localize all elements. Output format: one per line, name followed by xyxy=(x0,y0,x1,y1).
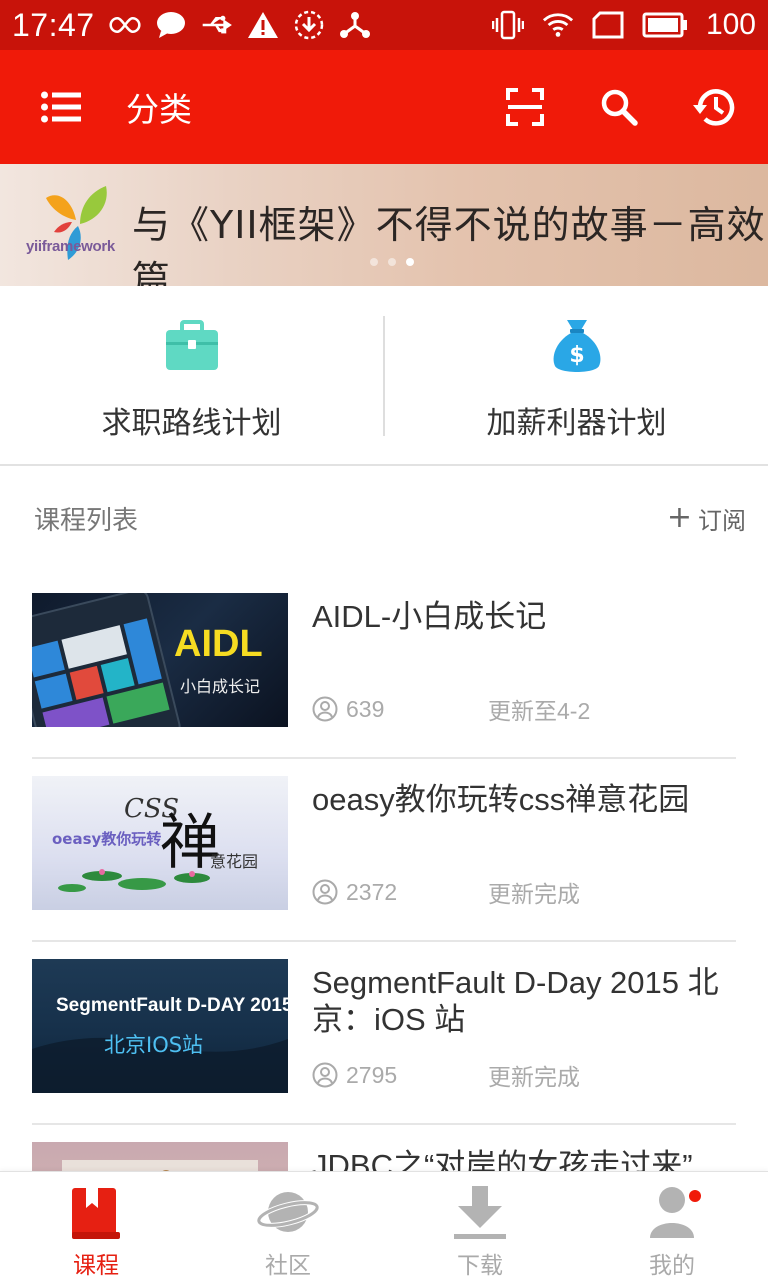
sim-icon xyxy=(592,9,624,41)
menu-button[interactable] xyxy=(26,72,96,142)
subscribe-button[interactable]: + 订阅 xyxy=(667,501,746,536)
job-plan-card[interactable]: 求职路线计划 xyxy=(0,286,383,464)
nav-label: 社区 xyxy=(265,1253,311,1279)
update-status: 更新完成 xyxy=(488,881,580,907)
nav-label: 课程 xyxy=(73,1253,119,1279)
nav-tab-profile[interactable]: 我的 xyxy=(576,1172,768,1280)
thumb-title: AIDL xyxy=(174,623,263,665)
course-meta: 2795 更新完成 xyxy=(312,1058,580,1092)
infinity-icon xyxy=(109,9,141,41)
system-icons: 100 xyxy=(491,8,756,42)
briefcase-icon xyxy=(165,320,218,370)
nav-label: 下载 xyxy=(457,1253,503,1279)
course-meta: 2372 更新完成 xyxy=(312,875,580,909)
thumb-subtitle: 小白成长记 xyxy=(180,677,261,696)
share-icon xyxy=(339,9,371,41)
nav-tab-downloads[interactable]: 下载 xyxy=(384,1172,576,1280)
status-bar: 17:47 100 xyxy=(0,0,768,50)
nav-tab-courses[interactable]: 课程 xyxy=(0,1172,192,1280)
user-icon xyxy=(312,879,338,905)
scan-icon xyxy=(506,88,544,126)
plan-row: 求职路线计划 $ 加薪利器计划 xyxy=(0,286,768,466)
banner-dot-active xyxy=(406,258,414,266)
yii-logo-icon xyxy=(46,186,107,260)
svg-text:$: $ xyxy=(569,343,584,368)
promo-banner[interactable]: yiiframework 与《YII框架》不得不说的故事－高效篇 xyxy=(0,164,768,286)
user-icon xyxy=(312,1062,338,1088)
list-item[interactable]: CSS oeasy教你玩转 禅 意花园 oeasy教你玩转css禅意花园 237… xyxy=(32,759,736,942)
bottom-navigation: 课程 社区 下载 我的 xyxy=(0,1171,768,1280)
planet-icon xyxy=(256,1192,320,1232)
plus-icon: + xyxy=(666,500,692,535)
search-icon xyxy=(601,89,638,126)
update-status: 更新至4-2 xyxy=(488,698,591,724)
nav-label: 我的 xyxy=(649,1253,695,1279)
course-title: SegmentFault D-Day 2015 北京：iOS 站 xyxy=(312,965,719,1037)
status-time: 17:47 xyxy=(12,6,95,43)
notification-badge xyxy=(689,1190,701,1202)
course-thumbnail: CSS oeasy教你玩转 禅 意花园 xyxy=(32,776,288,910)
thumb-subtitle: 北京IOS站 xyxy=(104,1033,204,1057)
list-item[interactable]: SegmentFault D-DAY 2015 北京IOS站 SegmentFa… xyxy=(32,942,736,1125)
banner-logo-text: yiiframework xyxy=(26,238,115,255)
history-icon xyxy=(693,89,735,126)
raise-plan-card[interactable]: $ 加薪利器计划 xyxy=(385,286,768,464)
nav-tab-community[interactable]: 社区 xyxy=(192,1172,384,1280)
history-button[interactable] xyxy=(678,72,748,142)
subscribe-label: 订阅 xyxy=(698,506,746,535)
money-bag-icon: $ xyxy=(553,320,600,372)
battery-level: 100 xyxy=(705,8,756,41)
search-button[interactable] xyxy=(584,72,654,142)
learner-count: 639 xyxy=(346,695,385,722)
menu-icon xyxy=(41,91,81,123)
scan-button[interactable] xyxy=(490,72,560,142)
notification-icons xyxy=(109,9,371,41)
thumb-subtitle-2: 意花园 xyxy=(210,852,259,871)
download-tray-icon xyxy=(454,1186,506,1239)
list-item[interactable]: AIDL 小白成长记 AIDL-小白成长记 639 更新至4-2 xyxy=(32,576,736,759)
learner-count: 2795 xyxy=(346,1061,398,1088)
course-info: SegmentFault D-Day 2015 北京：iOS 站 xyxy=(312,964,736,1038)
book-icon xyxy=(72,1188,120,1239)
download-icon xyxy=(293,9,325,41)
message-icon xyxy=(155,9,187,41)
battery-icon xyxy=(642,9,688,41)
user-icon xyxy=(312,696,338,722)
thumb-subtitle: oeasy教你玩转 xyxy=(52,830,162,848)
toolbar-actions xyxy=(490,72,748,142)
app-toolbar: 分类 xyxy=(0,50,768,164)
app-screen: 17:47 100 分类 yiiframework 与《YII框架》不得不说的故… xyxy=(0,0,768,1280)
banner-dot xyxy=(388,258,396,266)
banner-title: 与《YII框架》不得不说的故事－高效篇 xyxy=(132,203,766,286)
course-info: AIDL-小白成长记 xyxy=(312,598,736,635)
vibrate-icon xyxy=(491,9,524,41)
course-meta: 639 更新至4-2 xyxy=(312,692,590,726)
update-status: 更新完成 xyxy=(488,1064,580,1090)
banner-dot xyxy=(370,258,378,266)
section-title: 课程列表 xyxy=(34,505,139,536)
usb-icon xyxy=(201,9,233,41)
page-title: 分类 xyxy=(126,90,192,129)
course-title: oeasy教你玩转css禅意花园 xyxy=(312,782,690,817)
course-thumbnail: AIDL 小白成长记 xyxy=(32,593,288,727)
learner-count: 2372 xyxy=(346,878,398,905)
course-info: oeasy教你玩转css禅意花园 xyxy=(312,781,736,818)
course-title: AIDL-小白成长记 xyxy=(312,599,547,634)
course-section-header: 课程列表 + 订阅 xyxy=(0,468,768,568)
thumb-title: SegmentFault D-DAY 2015 xyxy=(56,995,288,1016)
wifi-icon xyxy=(542,9,574,41)
course-thumbnail: SegmentFault D-DAY 2015 北京IOS站 xyxy=(32,959,288,1093)
raise-plan-label: 加薪利器计划 xyxy=(486,406,667,441)
warning-icon xyxy=(247,9,279,41)
job-plan-label: 求职路线计划 xyxy=(101,406,282,441)
